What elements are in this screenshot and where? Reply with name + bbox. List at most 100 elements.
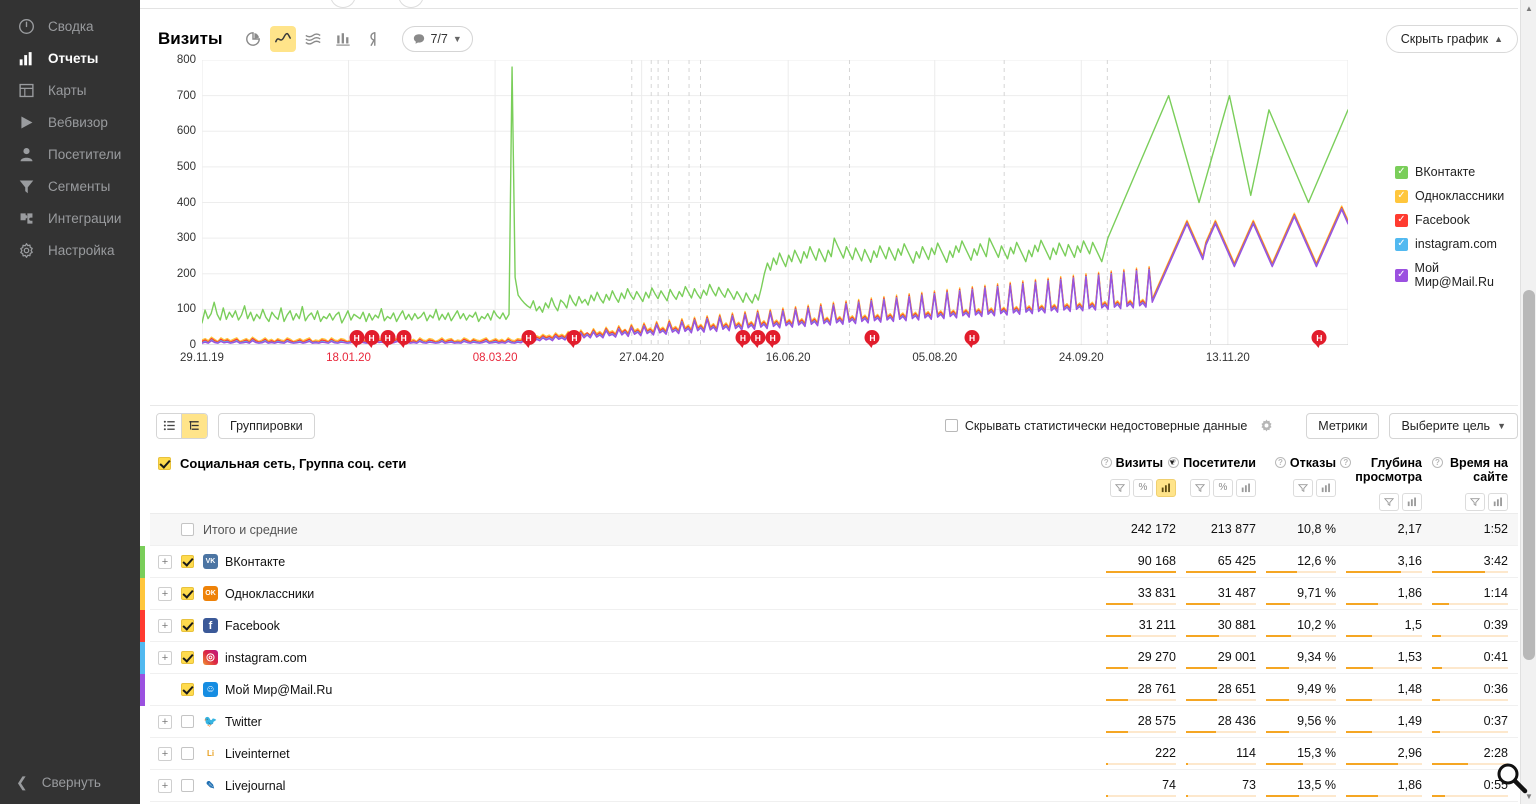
bar-chart-icon[interactable] bbox=[1156, 479, 1176, 497]
bar-chart-icon[interactable] bbox=[1236, 479, 1256, 497]
table-row[interactable]: + ✎ Livejournal 74 73 13,5 % 1,86 0:55 bbox=[150, 770, 1518, 802]
bar-chart-icon[interactable] bbox=[1316, 479, 1336, 497]
legend-item[interactable]: ✓ Мой Мир@Mail.Ru bbox=[1395, 261, 1518, 289]
holiday-marker[interactable]: Н bbox=[349, 330, 365, 348]
row-checkbox[interactable] bbox=[181, 523, 194, 536]
select-goal-button[interactable]: Выберите цель ▼ bbox=[1389, 412, 1518, 439]
table-row[interactable]: ☺ Мой Мир@Mail.Ru 28 761 28 651 9,49 % 1,48 0:… bbox=[140, 674, 1518, 706]
legend-checkbox[interactable]: ✓ bbox=[1395, 213, 1408, 227]
row-label[interactable]: Мой Мир@Mail.Ru bbox=[225, 683, 332, 697]
holiday-marker[interactable]: Н bbox=[1311, 330, 1327, 348]
row-label[interactable]: ВКонтакте bbox=[225, 555, 285, 569]
row-label[interactable]: Одноклассники bbox=[225, 587, 314, 601]
column-chart-icon[interactable] bbox=[330, 26, 356, 52]
row-checkbox[interactable] bbox=[181, 587, 194, 600]
filter-icon[interactable] bbox=[1293, 479, 1313, 497]
dimension-header[interactable]: Социальная сеть, Группа соц. сети bbox=[150, 456, 1080, 471]
table-row[interactable]: + ◎ instagram.com 29 270 29 001 9,34 % 1,53 0:4… bbox=[140, 642, 1518, 674]
hide-unreliable-checkbox[interactable]: Скрывать статистически недостоверные дан… bbox=[944, 419, 1247, 433]
row-label[interactable]: Livejournal bbox=[225, 779, 285, 793]
row-checkbox[interactable] bbox=[181, 715, 194, 728]
holiday-marker[interactable]: Н bbox=[750, 330, 766, 348]
percent-icon[interactable]: % bbox=[1213, 479, 1233, 497]
legend-checkbox[interactable]: ✓ bbox=[1395, 268, 1408, 282]
filter-icon[interactable] bbox=[1465, 493, 1485, 511]
row-label[interactable]: Facebook bbox=[225, 619, 280, 633]
legend-checkbox[interactable]: ✓ bbox=[1395, 165, 1408, 179]
expand-row-button[interactable]: + bbox=[158, 650, 172, 665]
bar-chart-icon[interactable] bbox=[1488, 493, 1508, 511]
scrollbar-thumb[interactable] bbox=[1523, 290, 1535, 660]
table-row[interactable]: + Li Liveinternet 222 114 15,3 % 2,96 2:28 bbox=[150, 738, 1518, 770]
row-checkbox[interactable] bbox=[181, 651, 194, 664]
area-chart-icon[interactable] bbox=[300, 26, 326, 52]
holiday-marker[interactable]: Н bbox=[964, 330, 980, 348]
expand-row-button[interactable]: + bbox=[158, 714, 172, 729]
legend-item[interactable]: ✓ Одноклассники bbox=[1395, 189, 1518, 203]
legend-item[interactable]: ✓ ВКонтакте bbox=[1395, 165, 1518, 179]
tree-view-icon[interactable] bbox=[182, 413, 207, 438]
expand-row-button[interactable]: + bbox=[158, 778, 172, 793]
table-row[interactable]: + VK ВКонтакте 90 168 65 425 12,6 % 3,16 3:42 bbox=[140, 546, 1518, 578]
sidebar-item-otchety[interactable]: Отчеты bbox=[0, 42, 140, 74]
list-view-icon[interactable] bbox=[157, 413, 182, 438]
holiday-marker[interactable]: Н bbox=[566, 330, 582, 348]
filter-icon[interactable] bbox=[1379, 493, 1399, 511]
legend-item[interactable]: ✓ Facebook bbox=[1395, 213, 1518, 227]
row-checkbox[interactable] bbox=[181, 555, 194, 568]
legend-checkbox[interactable]: ✓ bbox=[1395, 237, 1408, 251]
groupings-button[interactable]: Группировки bbox=[218, 412, 315, 439]
expand-row-button[interactable]: + bbox=[158, 746, 172, 761]
filter-icon[interactable] bbox=[1110, 479, 1130, 497]
row-checkbox[interactable] bbox=[181, 619, 194, 632]
metric-column-header[interactable]: ? Время на сайте bbox=[1432, 456, 1508, 484]
legend-item[interactable]: ✓ instagram.com bbox=[1395, 237, 1518, 251]
expand-row-button[interactable]: + bbox=[158, 586, 172, 601]
info-icon[interactable]: ? bbox=[1432, 457, 1443, 468]
percent-icon[interactable]: % bbox=[1133, 479, 1153, 497]
info-icon[interactable]: ? bbox=[1100, 457, 1112, 468]
sidebar-item-vebvizor[interactable]: Вебвизор bbox=[0, 106, 140, 138]
expand-row-button[interactable]: + bbox=[158, 554, 172, 569]
sidebar-item-karty[interactable]: Карты bbox=[0, 74, 140, 106]
table-row[interactable]: + OK Одноклассники 33 831 31 487 9,71 % 1,86 1:… bbox=[140, 578, 1518, 610]
holiday-marker[interactable]: Н bbox=[765, 330, 781, 348]
row-checkbox[interactable] bbox=[181, 683, 194, 696]
sidebar-item-integracii[interactable]: Интеграции bbox=[0, 202, 140, 234]
pie-chart-icon[interactable] bbox=[240, 26, 266, 52]
line-chart-icon[interactable] bbox=[270, 26, 297, 52]
holiday-marker[interactable]: Н bbox=[396, 330, 412, 348]
chart-canvas[interactable] bbox=[202, 60, 1348, 345]
metric-column-header[interactable]: ? Глубина просмотра bbox=[1340, 456, 1422, 484]
map-chart-icon[interactable] bbox=[360, 26, 386, 52]
row-label[interactable]: instagram.com bbox=[225, 651, 307, 665]
holiday-marker[interactable]: Н bbox=[364, 330, 380, 348]
row-checkbox[interactable] bbox=[181, 747, 194, 760]
metrics-button[interactable]: Метрики bbox=[1306, 412, 1380, 439]
series-count-dropdown[interactable]: 7/7 ▼ bbox=[402, 26, 473, 52]
holiday-marker[interactable]: Н bbox=[735, 330, 751, 348]
holiday-marker[interactable]: Н bbox=[521, 330, 537, 348]
table-row-totals[interactable]: Итого и средние 242 172 213 877 10,8 % 2,17 1… bbox=[150, 514, 1518, 546]
row-label[interactable]: Liveinternet bbox=[225, 747, 290, 761]
bar-chart-icon[interactable] bbox=[1402, 493, 1422, 511]
sidebar-item-posetiteli[interactable]: Посетители bbox=[0, 138, 140, 170]
gear-icon[interactable] bbox=[1259, 418, 1274, 433]
expand-row-button[interactable]: + bbox=[158, 618, 172, 633]
holiday-marker[interactable]: Н bbox=[380, 330, 396, 348]
row-label[interactable]: Twitter bbox=[225, 715, 262, 729]
filter-icon[interactable] bbox=[1190, 479, 1210, 497]
sidebar-item-nastroika[interactable]: Настройка bbox=[0, 234, 140, 266]
table-row[interactable]: + 🐦 Twitter 28 575 28 436 9,56 % 1,49 0:37 bbox=[150, 706, 1518, 738]
vertical-scrollbar[interactable]: ▲ ▼ bbox=[1520, 0, 1536, 804]
metric-column-header[interactable]: ? Посетители bbox=[1168, 456, 1256, 470]
table-row[interactable]: + f Facebook 31 211 30 881 10,2 % 1,5 0:39 bbox=[140, 610, 1518, 642]
metric-column-header[interactable]: ? Отказы bbox=[1266, 456, 1336, 470]
sidebar-item-svodka[interactable]: Сводка bbox=[0, 10, 140, 42]
row-checkbox[interactable] bbox=[181, 779, 194, 792]
info-icon[interactable]: ? bbox=[1340, 457, 1352, 468]
metric-column-header[interactable]: ? Визиты ▼ bbox=[1100, 456, 1176, 470]
legend-checkbox[interactable]: ✓ bbox=[1395, 189, 1408, 203]
sidebar-item-segmenty[interactable]: Сегменты bbox=[0, 170, 140, 202]
info-icon[interactable]: ? bbox=[1274, 457, 1286, 468]
